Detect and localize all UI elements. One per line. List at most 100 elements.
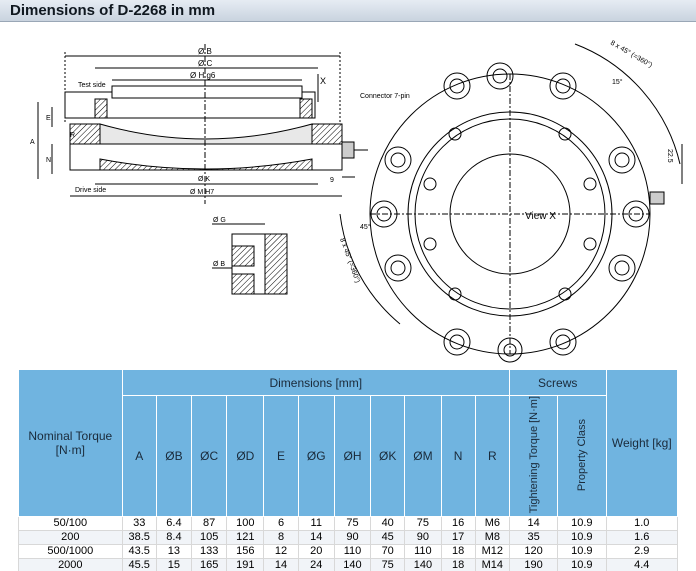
cell-property-class: 10.9 xyxy=(557,558,607,571)
cell-dimension: 165 xyxy=(191,558,228,571)
cell-dimension: 13 xyxy=(155,544,193,560)
label-c: Ø C xyxy=(198,59,212,68)
cell-dimension: 121 xyxy=(226,530,265,546)
table-row: 2000 45.5 15 165 191 14 24 140 75 140 18 M14 190 10.9… xyxy=(18,558,678,571)
header-screws: Screws xyxy=(508,369,607,396)
cell-dimension: 90 xyxy=(333,530,372,546)
cell-tightening-torque: 190 xyxy=(508,558,559,571)
table-row: 50/100 33 6.4 87 100 6 11 75 40 75 16 M6 14 10.9 1.0 xyxy=(18,516,678,532)
cell-dimension: 20 xyxy=(297,544,335,560)
label-k: Ø K xyxy=(198,176,210,183)
col-b: ØB xyxy=(155,394,193,518)
col-a: A xyxy=(121,394,157,518)
cell-dimension: 70 xyxy=(370,544,406,560)
label-e: E xyxy=(46,115,51,122)
header-nominal-torque: Nominal Torque [N·m] xyxy=(18,368,123,518)
label-drive-side: Drive side xyxy=(75,187,106,194)
cell-dimension: 8 xyxy=(263,530,299,546)
cell-dimension: 15 xyxy=(155,558,193,571)
title-bar: Dimensions of D-2268 in mm xyxy=(0,0,696,22)
label-b: Ø B xyxy=(198,47,212,56)
cell-dimension: M8 xyxy=(474,530,510,546)
label-9: 9 xyxy=(330,177,334,184)
cell-dimension: 156 xyxy=(226,544,265,560)
col-g: ØG xyxy=(297,394,335,518)
cell-dimension: 11 xyxy=(297,516,335,532)
table-body: 50/100 33 6.4 87 100 6 11 75 40 75 16 M6 14 10.9 1.0 20… xyxy=(18,516,678,571)
cell-dimension: 75 xyxy=(370,558,406,571)
cell-weight: 2.9 xyxy=(605,544,678,560)
table-row: 200 38.5 8.4 105 121 8 14 90 45 90 17 M8 35 10.9 1.6 xyxy=(18,530,678,546)
label-15: 15° xyxy=(612,78,623,86)
label-225: 22.5 xyxy=(666,149,673,163)
cell-dimension: 38.5 xyxy=(121,530,157,546)
dimensions-table: Nominal Torque [N·m] Dimensions [mm] Scr… xyxy=(18,368,678,571)
label-g: Ø G xyxy=(213,217,226,224)
front-view xyxy=(339,43,683,363)
label-m: Ø M H7 xyxy=(190,189,214,196)
label-x: X xyxy=(320,76,326,86)
col-tightening-torque: Tightening Torque [N·m] xyxy=(508,394,559,518)
cell-dimension: 18 xyxy=(440,544,476,560)
cell-tightening-torque: 14 xyxy=(508,516,559,532)
header-weight: Weight [kg] xyxy=(605,368,678,518)
cell-dimension: 75 xyxy=(333,516,372,532)
cell-dimension: 133 xyxy=(191,544,228,560)
col-m: ØM xyxy=(404,394,442,518)
page-title: Dimensions of D-2268 in mm xyxy=(10,2,216,19)
cell-torque: 200 xyxy=(18,530,123,546)
col-k: ØK xyxy=(370,394,406,518)
cell-dimension: 43.5 xyxy=(121,544,157,560)
cell-dimension: M12 xyxy=(474,544,510,560)
col-d: ØD xyxy=(226,394,265,518)
cell-dimension: 40 xyxy=(370,516,406,532)
cell-dimension: 45 xyxy=(370,530,406,546)
tightening-label: Tightening Torque [N·m] xyxy=(527,396,540,514)
cell-dimension: 191 xyxy=(226,558,265,571)
cell-dimension: 33 xyxy=(121,516,157,532)
label-bottom-bolt: 8 x 45° (=360°) xyxy=(338,237,362,284)
label-n: N xyxy=(46,157,51,164)
label-test-side: Test side xyxy=(78,82,106,89)
drawing-svg: Ø B Ø C Ø H g6 X Test side Connector 7-p… xyxy=(30,39,683,363)
screw-detail xyxy=(212,223,288,295)
cell-dimension: 12 xyxy=(263,544,299,560)
cell-dimension: 140 xyxy=(333,558,372,571)
cell-dimension: 18 xyxy=(440,558,476,571)
table-row: 500/1000 43.5 13 133 156 12 20 110 70 110 18 M12 120… xyxy=(18,544,678,560)
col-h: ØH xyxy=(333,394,372,518)
cell-weight: 1.6 xyxy=(605,530,678,546)
cell-dimension: 14 xyxy=(297,530,335,546)
property-class-label: Property Class xyxy=(575,418,588,491)
label-r: R xyxy=(70,132,75,139)
cell-dimension: 6.4 xyxy=(155,516,193,532)
cell-dimension: 45.5 xyxy=(121,558,157,571)
col-e: E xyxy=(263,394,299,518)
cell-dimension: 110 xyxy=(333,544,372,560)
technical-drawing: Ø B Ø C Ø H g6 X Test side Connector 7-p… xyxy=(0,24,696,364)
cell-dimension: 14 xyxy=(263,558,299,571)
header-dimensions: Dimensions [mm] xyxy=(121,369,510,396)
cell-property-class: 10.9 xyxy=(557,530,607,546)
col-n: N xyxy=(440,394,476,518)
cell-dimension: 140 xyxy=(404,558,442,571)
cell-dimension: 16 xyxy=(440,516,476,532)
cell-dimension: 100 xyxy=(226,516,265,532)
label-45: 45° xyxy=(360,223,371,231)
cell-weight: 4.4 xyxy=(605,558,678,571)
label-view-x: View X xyxy=(525,211,556,222)
cell-dimension: 24 xyxy=(297,558,335,571)
label-a: A xyxy=(30,139,35,146)
cell-torque: 2000 xyxy=(18,558,123,571)
cell-dimension: 87 xyxy=(191,516,228,532)
cell-tightening-torque: 35 xyxy=(508,530,559,546)
col-property-class: Property Class xyxy=(557,394,607,518)
label-top-bolt: 8 x 45° (=360°) xyxy=(609,39,654,69)
cell-dimension: 75 xyxy=(404,516,442,532)
cell-weight: 1.0 xyxy=(605,516,678,532)
cell-dimension: 110 xyxy=(404,544,442,560)
cell-torque: 500/1000 xyxy=(18,544,123,560)
cell-property-class: 10.9 xyxy=(557,516,607,532)
cell-dimension: 105 xyxy=(191,530,228,546)
cell-torque: 50/100 xyxy=(18,516,123,532)
